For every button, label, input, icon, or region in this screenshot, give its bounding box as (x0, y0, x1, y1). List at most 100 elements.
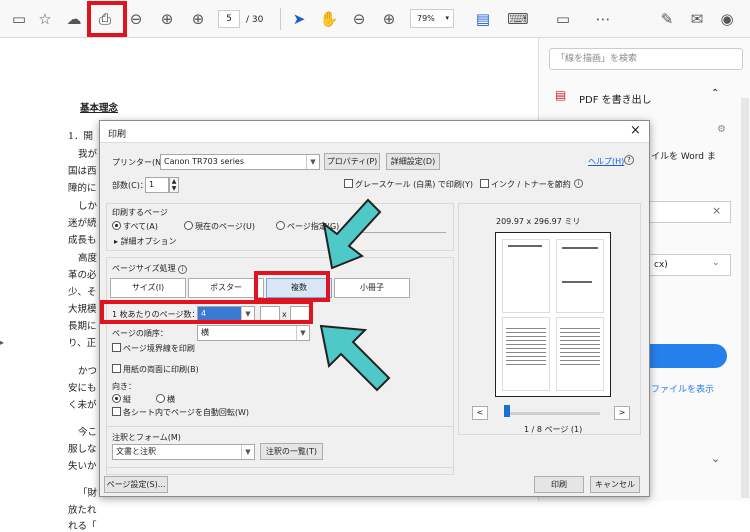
doc-line: 障的に (68, 183, 97, 194)
page-up-icon[interactable]: ⊕ (156, 8, 178, 30)
chevron-down-icon: ▼ (241, 445, 254, 459)
close-icon[interactable]: × (630, 123, 641, 138)
page-setup-button[interactable]: ページ設定(S)... (104, 476, 168, 493)
more-options-label: 詳細オプション (120, 237, 177, 246)
grayscale-checkbox[interactable]: グレースケール (白黒) で印刷(Y) (344, 179, 473, 190)
multiple-highlight-box (254, 271, 330, 302)
cloud-upload-icon[interactable]: ☁ (63, 8, 85, 30)
zoom-select[interactable]: 79% ▾ (410, 9, 454, 28)
pages-per-sheet-highlight-box (100, 300, 313, 324)
hand-tool-icon[interactable]: ✋ (318, 8, 340, 30)
radio-all[interactable]: すべて(A) (112, 221, 158, 232)
preview-text (506, 325, 546, 365)
radio-landscape[interactable]: 横 (156, 394, 175, 405)
copies-input[interactable]: 1 (145, 177, 169, 193)
account-icon[interactable]: ◉ (716, 8, 738, 30)
radio-current-page[interactable]: 現在のページ(U) (184, 221, 255, 232)
copies-stepper[interactable]: ▲ ▼ (169, 177, 179, 193)
landscape-label: 横 (167, 395, 175, 404)
booklet-button[interactable]: 小冊子 (334, 278, 410, 298)
more-options-icon[interactable]: ⋯ (592, 8, 614, 30)
doc-line: 迷が続 (68, 218, 97, 229)
sign-icon[interactable]: ✎ (656, 8, 678, 30)
scrollbar[interactable] (741, 98, 749, 498)
checkbox[interactable] (480, 179, 489, 188)
copies-label: 部数(C)： (112, 181, 148, 190)
autorotate-checkbox[interactable]: 各シート内でページを自動回転(W) (112, 407, 249, 418)
page-border-checkbox[interactable]: ページ境界線を印刷 (112, 343, 195, 354)
checkbox[interactable] (112, 407, 121, 416)
preview-next-button[interactable]: > (614, 406, 630, 420)
preview-prev-button[interactable]: < (472, 406, 488, 420)
checkbox[interactable] (112, 364, 121, 373)
info-icon[interactable]: i (574, 179, 583, 188)
zoom-search-icon[interactable]: ⊖ (125, 8, 147, 30)
current-page-input[interactable]: 5 (218, 10, 240, 28)
export-pdf-label[interactable]: PDF を書き出し (579, 91, 652, 106)
doc-line: しか (78, 201, 98, 212)
annotations-select[interactable]: 文書と注釈 ▼ (112, 444, 255, 460)
page-order-value: 横 (201, 328, 209, 337)
document-heading: 基本理念 (80, 103, 119, 114)
close-icon[interactable]: × (712, 204, 721, 217)
radio-button[interactable] (112, 221, 121, 230)
help-icon[interactable]: ? (624, 155, 634, 165)
checkbox[interactable] (112, 343, 121, 352)
doc-line: 今こ (78, 427, 98, 438)
doc-line: 服しな (68, 444, 97, 455)
size-button[interactable]: サイズ(I) (110, 278, 186, 298)
printer-value: Canon TR703 series (164, 157, 245, 166)
preview-thumbnail (556, 239, 604, 313)
poster-button[interactable]: ポスター (188, 278, 264, 298)
settings-icon[interactable]: ⚙ (717, 124, 726, 135)
radio-button[interactable] (276, 221, 285, 230)
page-fit-icon[interactable]: ▤ (472, 8, 494, 30)
export-button[interactable] (649, 344, 727, 368)
preview-slider[interactable] (504, 412, 600, 415)
radio-button[interactable] (184, 221, 193, 230)
checkbox[interactable] (344, 179, 353, 188)
radio-button[interactable] (112, 394, 121, 403)
page-order-select[interactable]: 横 ▼ (197, 325, 310, 341)
page-down-icon[interactable]: ⊕ (187, 8, 209, 30)
print-highlight-box (87, 1, 127, 37)
info-icon[interactable]: i (178, 265, 188, 274)
save-icon[interactable]: ▭ (8, 8, 30, 30)
tool-search-input[interactable]: 「線を描画」を検索 (549, 48, 743, 70)
annotations-summary-button[interactable]: 注釈の一覧(T) (260, 443, 323, 460)
printer-select[interactable]: Canon TR703 series ▼ (160, 154, 320, 170)
zoom-out-icon[interactable]: ⊖ (348, 8, 370, 30)
properties-button[interactable]: プロパティ(P) (324, 153, 380, 170)
star-icon[interactable]: ☆ (34, 8, 56, 30)
cancel-button[interactable]: キャンセル (590, 476, 640, 493)
expand-icon[interactable]: ⌄ (711, 452, 720, 465)
page-indicator: 1 / 8 ページ (1) (524, 425, 583, 434)
doc-line: 大規模 (68, 304, 97, 315)
show-files-link[interactable]: ファイルを表示 (651, 382, 714, 395)
radio-button[interactable] (156, 394, 165, 403)
ink-save-checkbox[interactable]: インク / トナーを節約 (480, 179, 571, 190)
left-panel-toggle-icon[interactable]: ▸ (0, 338, 5, 348)
doc-line: 革の必 (68, 270, 97, 281)
pointer-arrow-multiple (322, 198, 382, 270)
advanced-button[interactable]: 詳細設定(D) (386, 153, 440, 170)
comment-icon[interactable]: ▭ (552, 8, 574, 30)
preview-text (562, 281, 592, 283)
radio-portrait[interactable]: 縦 (112, 394, 131, 405)
zoom-in-icon[interactable]: ⊕ (378, 8, 400, 30)
doc-line: 我が (78, 149, 98, 160)
duplex-checkbox[interactable]: 用紙の両面に印刷(B) (112, 364, 199, 375)
page-order-label: ページの順序： (112, 329, 168, 338)
more-options-toggle[interactable]: ▸ 詳細オプション (114, 236, 177, 247)
print-button[interactable]: 印刷 (534, 476, 584, 493)
preview-slider-thumb[interactable] (504, 405, 510, 417)
collapse-icon[interactable]: ⌃ (711, 88, 719, 99)
toolbar-divider (280, 8, 281, 30)
duplex-label: 用紙の両面に印刷(B) (123, 365, 199, 374)
keyboard-icon[interactable]: ⌨ (507, 8, 529, 30)
doc-line: 国は西 (68, 166, 97, 177)
doc-line: 1．開 (68, 131, 94, 142)
select-cursor-icon[interactable]: ➤ (288, 8, 310, 30)
mail-icon[interactable]: ✉ (686, 8, 708, 30)
help-link[interactable]: ヘルプ(H) (588, 156, 624, 167)
